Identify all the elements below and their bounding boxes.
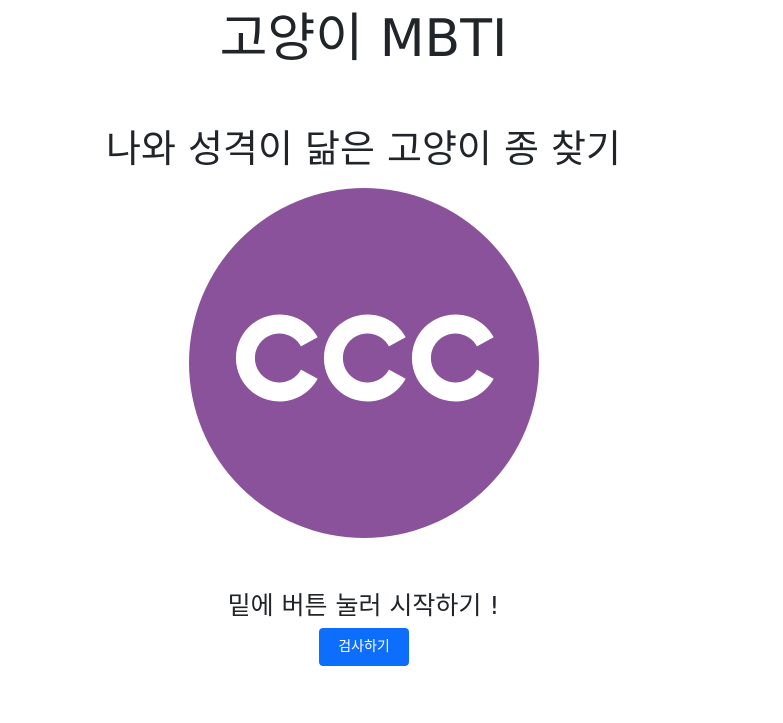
start-prompt: 밑에 버튼 눌러 시작하기 !: [227, 591, 500, 620]
start-test-button[interactable]: 검사하기: [319, 628, 409, 666]
ccc-logo-graphic: [189, 188, 539, 538]
page-title: 고양이 MBTI: [219, 9, 508, 69]
ccc-logo: [189, 188, 539, 538]
start-page: 고양이 MBTI 나와 성격이 닮은 고양이 종 찾기 밑에 버튼 눌러 시작하…: [0, 0, 783, 723]
page-subtitle: 나와 성격이 닮은 고양이 종 찾기: [106, 127, 621, 171]
